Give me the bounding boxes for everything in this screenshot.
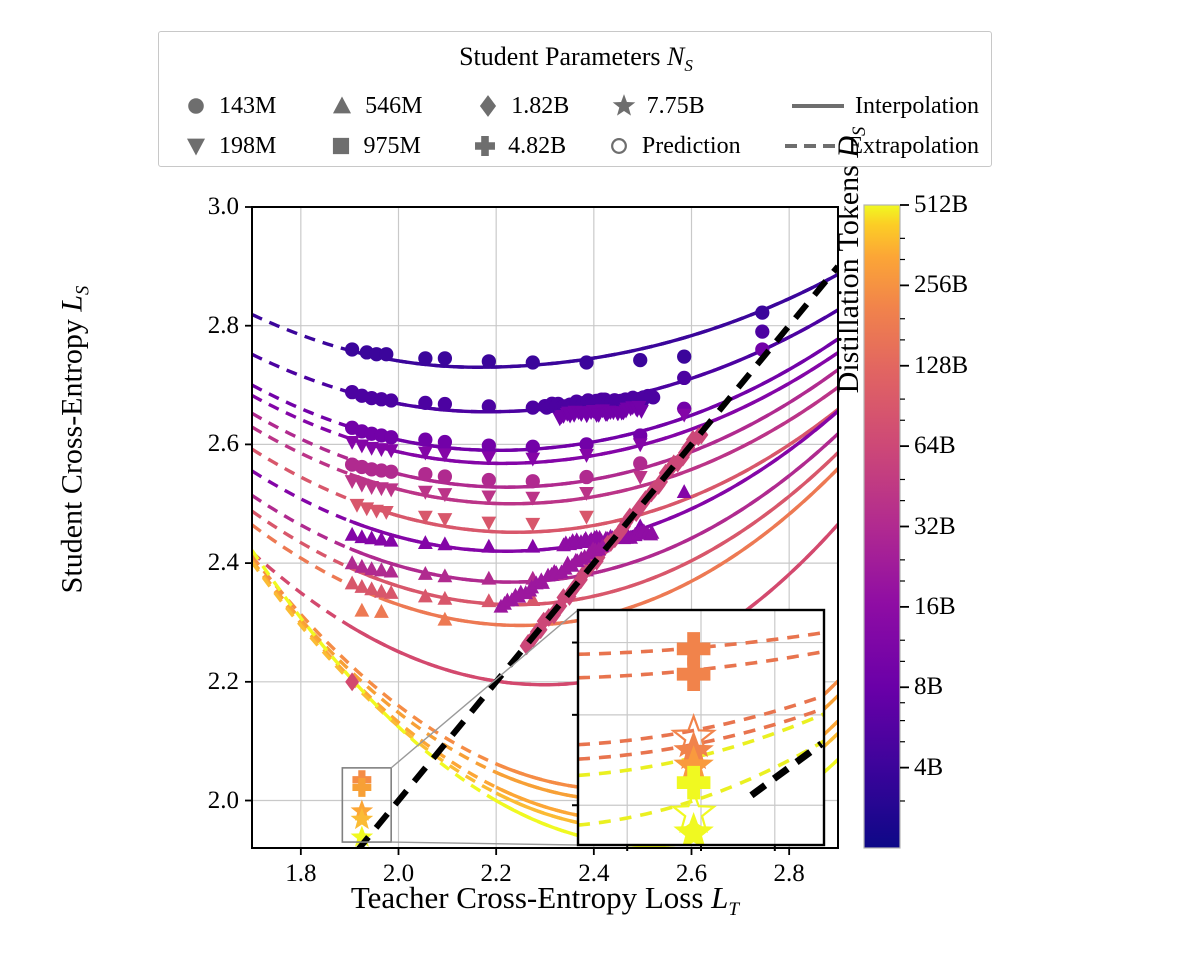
y-tick-label-2.2: 2.2 [207, 667, 239, 695]
colorbar-tick-label-16B: 16B [914, 592, 956, 620]
colorbar-tick-label-128B: 128B [914, 351, 969, 379]
x-tick-label-2.6: 2.6 [675, 860, 708, 887]
colorbar-tick-label-256B: 256B [914, 271, 969, 299]
x-tick-label-1.8: 1.8 [285, 860, 317, 887]
colorbar [863, 204, 901, 849]
colorbar-tick-label-4B: 4B [914, 753, 944, 781]
y-tick-label-2.0: 2.0 [207, 786, 239, 814]
x-tick-label-2.0: 2.0 [382, 860, 415, 887]
figure-root: Student Parameters NS 143M 546M 1.82B 7.75B… [0, 0, 1190, 954]
y-tick-label-2.4: 2.4 [207, 549, 239, 577]
colorbar-tick-label-32B: 32B [914, 512, 956, 540]
colorbar-tick-label-64B: 64B [914, 432, 956, 460]
y-tick-label-3.0: 3.0 [207, 193, 239, 220]
x-tick-label-2.8: 2.8 [773, 860, 805, 887]
colorbar-tick-label-8B: 8B [914, 673, 944, 701]
y-tick-label-2.8: 2.8 [207, 311, 239, 339]
x-tick-label-2.2: 2.2 [480, 860, 512, 887]
x-tick-label-2.4: 2.4 [578, 860, 610, 887]
colorbar-tick-label-512B: 512B [914, 191, 969, 218]
y-tick-label-2.6: 2.6 [207, 430, 239, 458]
scatter-plot-canvas [245, 204, 909, 855]
